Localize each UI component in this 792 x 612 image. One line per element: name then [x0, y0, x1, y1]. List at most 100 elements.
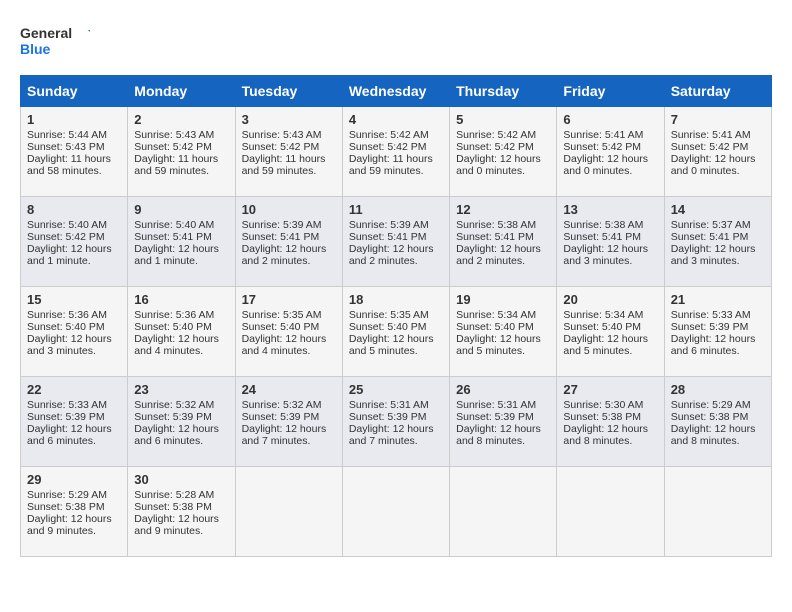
- calendar-cell: 25Sunrise: 5:31 AMSunset: 5:39 PMDayligh…: [342, 377, 449, 467]
- daylight-label: Daylight: 12 hours and 5 minutes.: [349, 333, 434, 357]
- day-number: 7: [671, 112, 765, 127]
- sunset-label: Sunset: 5:41 PM: [242, 231, 320, 243]
- day-number: 6: [563, 112, 657, 127]
- weekday-header: Friday: [557, 76, 664, 107]
- sunrise-label: Sunrise: 5:43 AM: [134, 129, 214, 141]
- sunrise-label: Sunrise: 5:31 AM: [456, 399, 536, 411]
- day-number: 13: [563, 202, 657, 217]
- sunrise-label: Sunrise: 5:37 AM: [671, 219, 751, 231]
- daylight-label: Daylight: 12 hours and 3 minutes.: [671, 243, 756, 267]
- sunset-label: Sunset: 5:42 PM: [242, 141, 320, 153]
- calendar-cell: 27Sunrise: 5:30 AMSunset: 5:38 PMDayligh…: [557, 377, 664, 467]
- calendar-week-row: 15Sunrise: 5:36 AMSunset: 5:40 PMDayligh…: [21, 287, 772, 377]
- day-number: 30: [134, 472, 228, 487]
- calendar-week-row: 8Sunrise: 5:40 AMSunset: 5:42 PMDaylight…: [21, 197, 772, 287]
- calendar-week-row: 29Sunrise: 5:29 AMSunset: 5:38 PMDayligh…: [21, 467, 772, 557]
- daylight-label: Daylight: 12 hours and 2 minutes.: [349, 243, 434, 267]
- day-number: 27: [563, 382, 657, 397]
- daylight-label: Daylight: 12 hours and 0 minutes.: [671, 153, 756, 177]
- sunset-label: Sunset: 5:39 PM: [27, 411, 105, 423]
- daylight-label: Daylight: 12 hours and 5 minutes.: [563, 333, 648, 357]
- daylight-label: Daylight: 12 hours and 6 minutes.: [671, 333, 756, 357]
- calendar-cell: 18Sunrise: 5:35 AMSunset: 5:40 PMDayligh…: [342, 287, 449, 377]
- day-number: 5: [456, 112, 550, 127]
- calendar-cell: 14 Sunrise: 5:37 AMSunset: 5:41 PMDayligh…: [664, 197, 771, 287]
- calendar-cell: 28Sunrise: 5:29 AMSunset: 5:38 PMDayligh…: [664, 377, 771, 467]
- calendar-cell: 12Sunrise: 5:38 AMSunset: 5:41 PMDayligh…: [450, 197, 557, 287]
- sunrise-label: Sunrise: 5:30 AM: [563, 399, 643, 411]
- sunset-label: Sunset: 5:41 PM: [349, 231, 427, 243]
- day-number: 29: [27, 472, 121, 487]
- day-number: 24: [242, 382, 336, 397]
- daylight-label: Daylight: 12 hours and 2 minutes.: [242, 243, 327, 267]
- daylight-label: Daylight: 12 hours and 0 minutes.: [563, 153, 648, 177]
- calendar-cell: 8Sunrise: 5:40 AMSunset: 5:42 PMDaylight…: [21, 197, 128, 287]
- daylight-label: Daylight: 11 hours and 59 minutes.: [349, 153, 433, 177]
- weekday-header: Wednesday: [342, 76, 449, 107]
- sunrise-label: Sunrise: 5:33 AM: [27, 399, 107, 411]
- daylight-label: Daylight: 12 hours and 6 minutes.: [134, 423, 219, 447]
- calendar-table: SundayMondayTuesdayWednesdayThursdayFrid…: [20, 75, 772, 557]
- day-number: 22: [27, 382, 121, 397]
- calendar-cell: 9Sunrise: 5:40 AMSunset: 5:41 PMDaylight…: [128, 197, 235, 287]
- sunset-label: Sunset: 5:42 PM: [456, 141, 534, 153]
- sunrise-label: Sunrise: 5:35 AM: [349, 309, 429, 321]
- weekday-header: Monday: [128, 76, 235, 107]
- page-header: General Blue: [20, 20, 772, 65]
- day-number: 17: [242, 292, 336, 307]
- sunset-label: Sunset: 5:39 PM: [456, 411, 534, 423]
- sunset-label: Sunset: 5:40 PM: [242, 321, 320, 333]
- day-number: 4: [349, 112, 443, 127]
- calendar-week-row: 22Sunrise: 5:33 AMSunset: 5:39 PMDayligh…: [21, 377, 772, 467]
- day-number: 26: [456, 382, 550, 397]
- sunrise-label: Sunrise: 5:41 AM: [671, 129, 751, 141]
- sunset-label: Sunset: 5:43 PM: [27, 141, 105, 153]
- sunset-label: Sunset: 5:40 PM: [563, 321, 641, 333]
- calendar-cell: 22Sunrise: 5:33 AMSunset: 5:39 PMDayligh…: [21, 377, 128, 467]
- sunset-label: Sunset: 5:40 PM: [27, 321, 105, 333]
- day-number: 2: [134, 112, 228, 127]
- calendar-cell: 10Sunrise: 5:39 AMSunset: 5:41 PMDayligh…: [235, 197, 342, 287]
- calendar-cell: 19Sunrise: 5:34 AMSunset: 5:40 PMDayligh…: [450, 287, 557, 377]
- sunset-label: Sunset: 5:40 PM: [456, 321, 534, 333]
- svg-text:General: General: [20, 25, 72, 41]
- sunset-label: Sunset: 5:40 PM: [134, 321, 212, 333]
- daylight-label: Daylight: 12 hours and 8 minutes.: [563, 423, 648, 447]
- day-number: 16: [134, 292, 228, 307]
- logo: General Blue: [20, 20, 90, 65]
- calendar-cell: 6Sunrise: 5:41 AMSunset: 5:42 PMDaylight…: [557, 107, 664, 197]
- calendar-cell: 29Sunrise: 5:29 AMSunset: 5:38 PMDayligh…: [21, 467, 128, 557]
- daylight-label: Daylight: 12 hours and 8 minutes.: [456, 423, 541, 447]
- sunset-label: Sunset: 5:41 PM: [563, 231, 641, 243]
- day-number: 11: [349, 202, 443, 217]
- sunset-label: Sunset: 5:39 PM: [134, 411, 212, 423]
- daylight-label: Daylight: 12 hours and 3 minutes.: [563, 243, 648, 267]
- calendar-cell: 30Sunrise: 5:28 AMSunset: 5:38 PMDayligh…: [128, 467, 235, 557]
- sunrise-label: Sunrise: 5:44 AM: [27, 129, 107, 141]
- sunrise-label: Sunrise: 5:41 AM: [563, 129, 643, 141]
- sunset-label: Sunset: 5:38 PM: [671, 411, 749, 423]
- sunrise-label: Sunrise: 5:38 AM: [456, 219, 536, 231]
- sunrise-label: Sunrise: 5:29 AM: [27, 489, 107, 501]
- sunrise-label: Sunrise: 5:34 AM: [456, 309, 536, 321]
- daylight-label: Daylight: 12 hours and 9 minutes.: [27, 513, 112, 537]
- sunset-label: Sunset: 5:41 PM: [671, 231, 749, 243]
- sunrise-label: Sunrise: 5:32 AM: [134, 399, 214, 411]
- day-number: 25: [349, 382, 443, 397]
- calendar-cell: 13Sunrise: 5:38 AMSunset: 5:41 PMDayligh…: [557, 197, 664, 287]
- calendar-cell: 24Sunrise: 5:32 AMSunset: 5:39 PMDayligh…: [235, 377, 342, 467]
- calendar-cell: 3Sunrise: 5:43 AMSunset: 5:42 PMDaylight…: [235, 107, 342, 197]
- daylight-label: Daylight: 12 hours and 3 minutes.: [27, 333, 112, 357]
- daylight-label: Daylight: 12 hours and 4 minutes.: [134, 333, 219, 357]
- calendar-cell: [342, 467, 449, 557]
- daylight-label: Daylight: 12 hours and 1 minute.: [134, 243, 219, 267]
- sunrise-label: Sunrise: 5:33 AM: [671, 309, 751, 321]
- sunset-label: Sunset: 5:39 PM: [349, 411, 427, 423]
- daylight-label: Daylight: 12 hours and 7 minutes.: [242, 423, 327, 447]
- sunrise-label: Sunrise: 5:40 AM: [27, 219, 107, 231]
- daylight-label: Daylight: 12 hours and 9 minutes.: [134, 513, 219, 537]
- day-number: 14: [671, 202, 765, 217]
- calendar-cell: 4Sunrise: 5:42 AMSunset: 5:42 PMDaylight…: [342, 107, 449, 197]
- calendar-cell: 7Sunrise: 5:41 AMSunset: 5:42 PMDaylight…: [664, 107, 771, 197]
- calendar-header-row: SundayMondayTuesdayWednesdayThursdayFrid…: [21, 76, 772, 107]
